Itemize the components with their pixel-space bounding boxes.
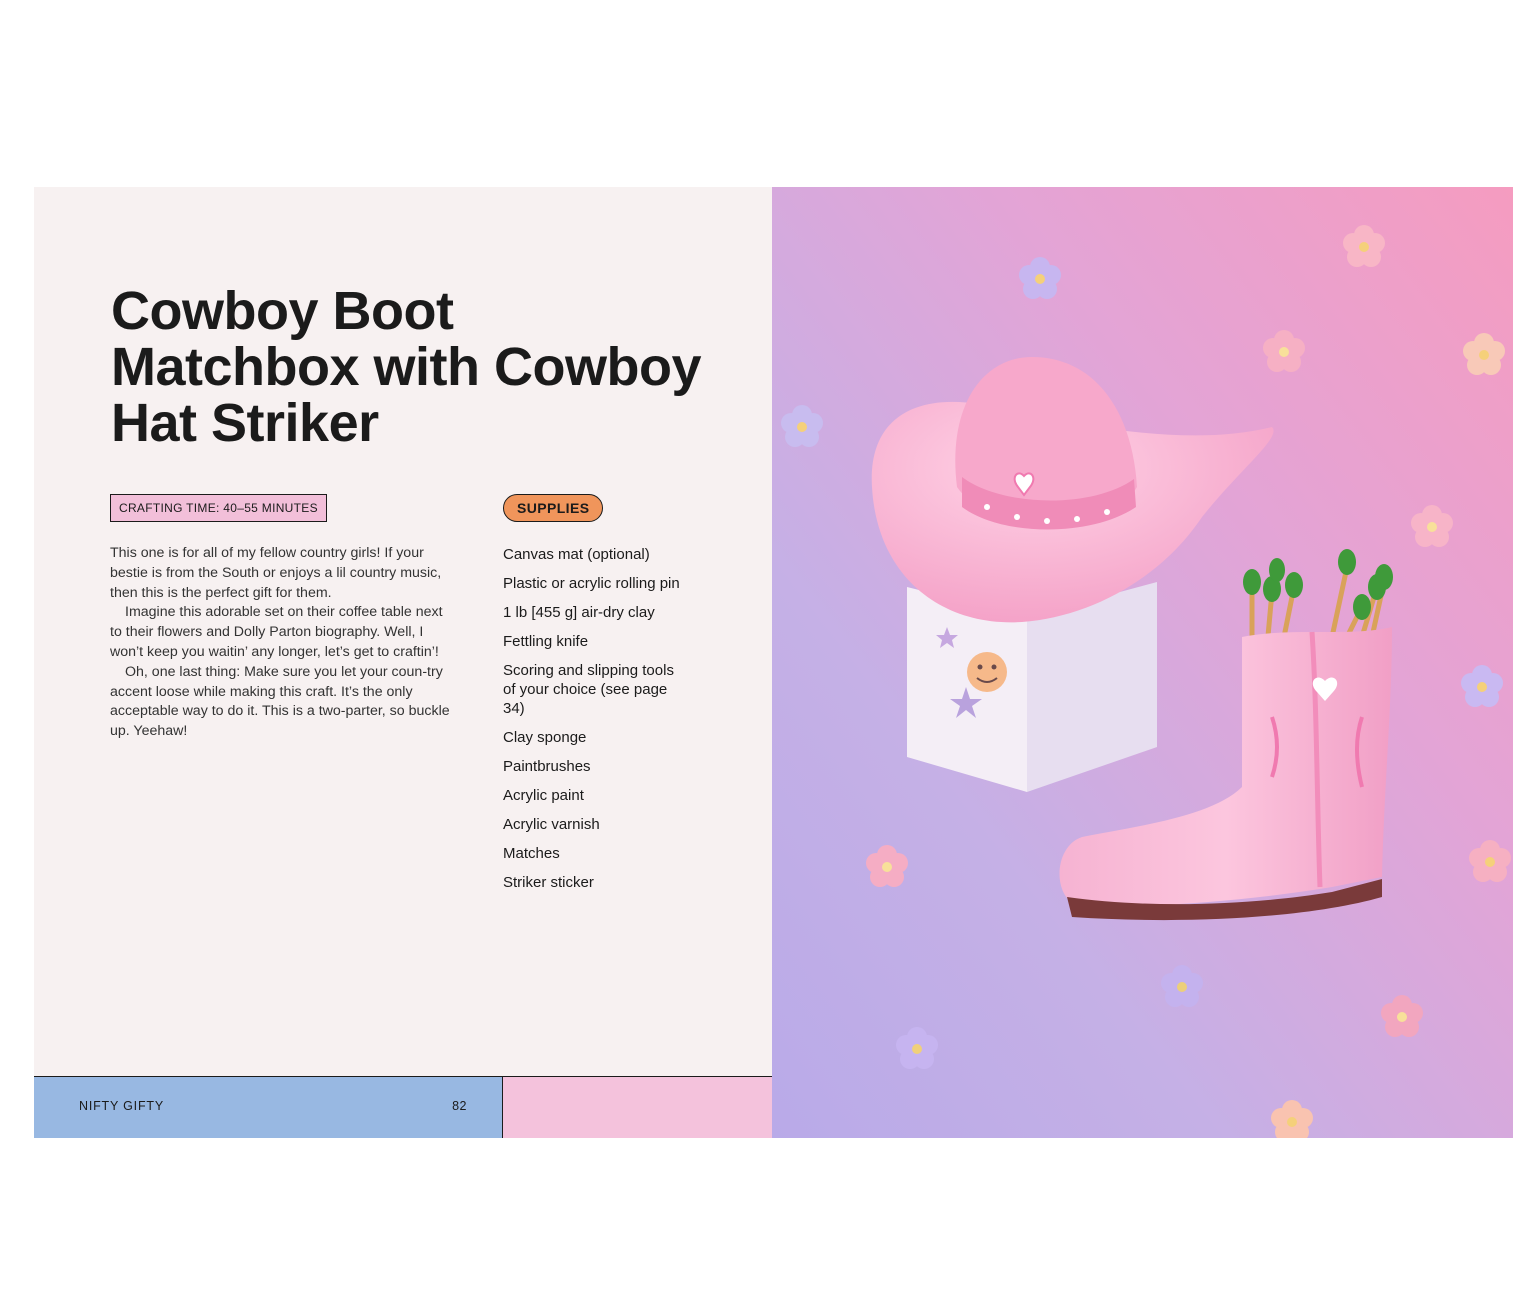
supply-item: Matches (503, 845, 560, 862)
product-photo (772, 187, 1513, 1138)
page-number: 82 (452, 1099, 467, 1113)
page-title: Cowboy Boot Matchbox with Cowboy Hat Str… (111, 281, 702, 453)
crafting-time-badge: CRAFTING TIME: 40–55 MINUTES (110, 494, 327, 522)
supply-item: Striker sticker (503, 874, 594, 891)
supply-item: Acrylic varnish (503, 816, 600, 833)
intro-paragraph: Oh, one last thing: Make sure you let yo… (110, 663, 450, 740)
supply-item: Scoring and slipping tools of your choic… (503, 662, 674, 717)
supply-item: 1 lb [455 g] air-dry clay (503, 604, 655, 621)
supply-item: Acrylic paint (503, 787, 584, 804)
supply-item: Fettling knife (503, 633, 589, 650)
intro-paragraph: Imagine this adorable set on their coffe… (110, 604, 443, 660)
intro-text: This one is for all of my fellow country… (110, 544, 450, 742)
intro-paragraph: This one is for all of my fellow country… (110, 545, 442, 601)
supplies-list: Canvas mat (optional) Plastic or acrylic… (503, 545, 683, 902)
section-name: NIFTY GIFTY (79, 1099, 164, 1113)
footer-bar: NIFTY GIFTY 82 (34, 1076, 503, 1138)
photo-illustration (772, 187, 1513, 1138)
supply-item: Plastic or acrylic rolling pin (503, 575, 680, 592)
supply-item: Clay sponge (503, 729, 587, 746)
supplies-badge: SUPPLIES (503, 494, 604, 522)
book-spread: Cowboy Boot Matchbox with Cowboy Hat Str… (34, 187, 1513, 1138)
footer-color-block (503, 1076, 772, 1138)
left-page: Cowboy Boot Matchbox with Cowboy Hat Str… (34, 187, 772, 1138)
supply-item: Paintbrushes (503, 758, 591, 775)
supply-item: Canvas mat (optional) (503, 546, 650, 563)
